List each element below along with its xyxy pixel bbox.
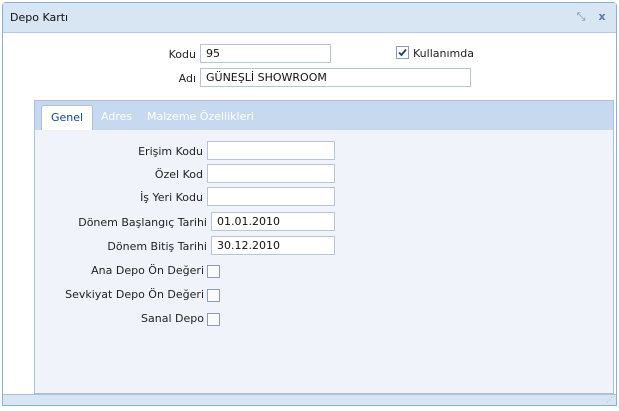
- sevkiyat-depo-label: Sevkiyat Depo Ön Değeri: [65, 288, 204, 301]
- erisim-kodu-label: Erişim Kodu: [138, 145, 203, 158]
- title-bar[interactable]: Depo Kartı ⤡ x: [3, 3, 616, 33]
- depo-karti-window: Depo Kartı ⤡ x Kodu Kullanımda Adı Genel…: [2, 2, 617, 406]
- kullanimda-checkbox[interactable]: [396, 46, 409, 59]
- tab-strip: Genel Adres Malzeme Özellikleri: [35, 101, 613, 130]
- adi-label: Adı: [178, 72, 196, 85]
- is-yeri-kodu-label: İş Yeri Kodu: [140, 191, 203, 204]
- restore-icon[interactable]: ⤡: [573, 9, 589, 25]
- close-icon[interactable]: x: [594, 9, 610, 25]
- status-bar: ⋰: [3, 394, 616, 405]
- tab-malzeme-ozellikleri[interactable]: Malzeme Özellikleri: [138, 105, 263, 130]
- checkmark-icon: [398, 48, 407, 57]
- tab-adres[interactable]: Adres: [92, 105, 141, 130]
- donem-baslangic-field[interactable]: [211, 212, 335, 231]
- sanal-depo-label: Sanal Depo: [141, 312, 204, 325]
- ozel-kod-field[interactable]: [207, 164, 335, 183]
- kullanimda-label: Kullanımda: [413, 47, 474, 60]
- ozel-kod-label: Özel Kod: [154, 168, 203, 181]
- adi-field[interactable]: [200, 68, 471, 87]
- sevkiyat-depo-checkbox[interactable]: [207, 289, 220, 302]
- ana-depo-label: Ana Depo Ön Değeri: [91, 264, 204, 277]
- sanal-depo-checkbox[interactable]: [207, 313, 220, 326]
- window-title: Depo Kartı: [10, 11, 69, 24]
- ana-depo-checkbox[interactable]: [207, 265, 220, 278]
- erisim-kodu-field[interactable]: [207, 141, 335, 160]
- donem-bitis-label: Dönem Bitiş Tarihi: [107, 240, 207, 253]
- donem-bitis-field[interactable]: [211, 236, 335, 255]
- kodu-label: Kodu: [168, 48, 196, 61]
- resize-grip-icon[interactable]: ⋰: [606, 396, 614, 404]
- kodu-field[interactable]: [200, 44, 331, 63]
- tab-genel[interactable]: Genel: [41, 105, 94, 130]
- is-yeri-kodu-field[interactable]: [207, 187, 335, 206]
- donem-baslangic-label: Dönem Başlangıç Tarihi: [78, 216, 207, 229]
